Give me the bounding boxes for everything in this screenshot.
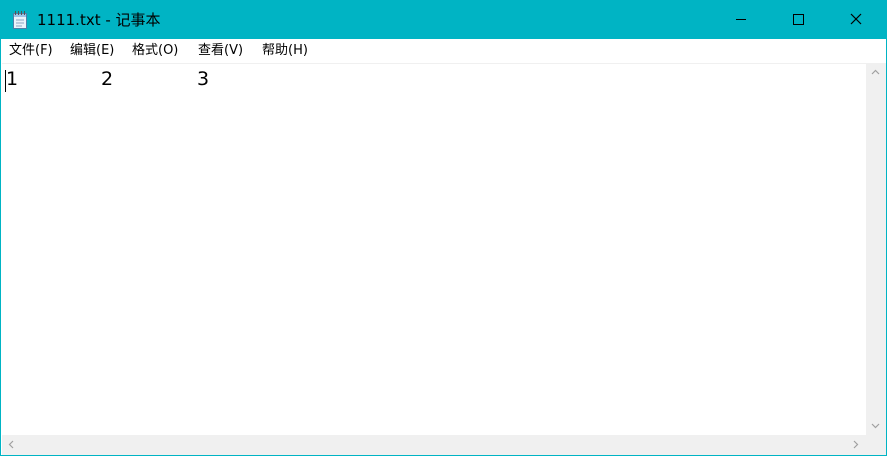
chevron-up-icon	[871, 69, 880, 75]
close-icon	[850, 13, 862, 25]
scroll-left-button[interactable]	[3, 436, 20, 453]
maximize-icon	[793, 14, 804, 25]
text-cell: 2	[101, 68, 114, 90]
menu-edit[interactable]: 编辑(E)	[70, 39, 114, 63]
vertical-scroll-track[interactable]	[866, 80, 886, 418]
menu-bar: 文件(F) 编辑(E) 格式(O) 查看(V) 帮助(H)	[1, 39, 886, 63]
text-cell: 3	[197, 68, 210, 90]
title-bar[interactable]: 1111.txt - 记事本	[1, 1, 886, 39]
scroll-down-button[interactable]	[867, 417, 884, 434]
notepad-icon[interactable]	[12, 10, 28, 30]
close-button[interactable]	[832, 1, 878, 39]
minimize-button[interactable]	[718, 1, 764, 39]
notepad-window: 1111.txt - 记事本 文件(F) 编辑(E) 格式(O) 查看(V) 帮…	[0, 0, 887, 456]
chevron-down-icon	[871, 423, 880, 429]
menu-format[interactable]: 格式(O)	[132, 39, 178, 63]
menu-view[interactable]: 查看(V)	[198, 39, 243, 63]
chevron-right-icon	[853, 440, 859, 449]
vertical-scrollbar[interactable]	[866, 63, 886, 435]
horizontal-scrollbar[interactable]	[2, 435, 866, 455]
scroll-up-button[interactable]	[867, 64, 884, 81]
maximize-button[interactable]	[775, 1, 821, 39]
menu-help[interactable]: 帮助(H)	[262, 39, 308, 63]
window-title: 1111.txt - 记事本	[37, 11, 161, 29]
chevron-left-icon	[8, 440, 14, 449]
scroll-right-button[interactable]	[847, 436, 864, 453]
scrollbar-corner	[866, 435, 886, 455]
minimize-icon	[736, 19, 746, 20]
text-editor[interactable]: 1 2 3	[2, 63, 866, 436]
menu-file[interactable]: 文件(F)	[9, 39, 53, 63]
text-cell: 1	[6, 68, 19, 90]
